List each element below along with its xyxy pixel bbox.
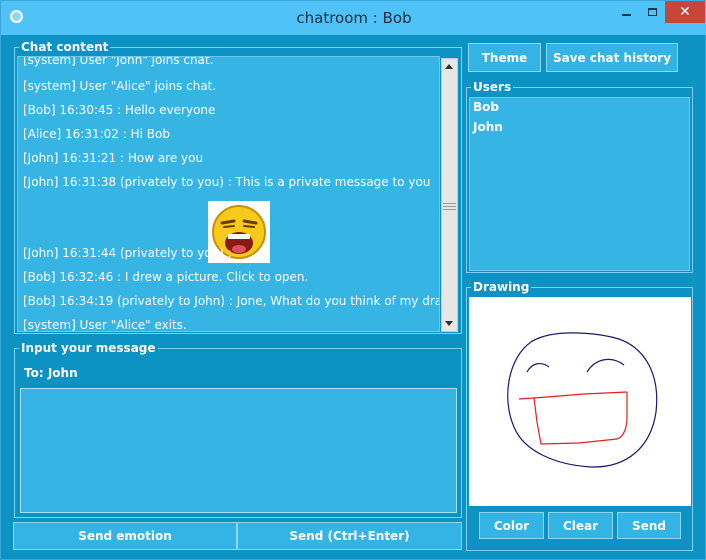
chat-message: [Alice] 16:31:02 : Hi Bob — [23, 127, 170, 141]
maximize-button[interactable] — [639, 1, 665, 23]
chat-content-panel: Chat content [system] User "John" joins … — [14, 40, 462, 334]
chat-content-title: Chat content — [19, 40, 111, 54]
chat-message: [John] 16:31:21 : How are you — [23, 151, 204, 165]
chat-window: chatroom : Bob ✕ Chat content [system] U… — [0, 0, 706, 560]
users-title: Users — [471, 80, 514, 94]
drawing-canvas[interactable] — [469, 297, 691, 506]
arrow-down-icon — [445, 321, 453, 326]
chat-message: [system] User "Alice" joins chat. — [23, 79, 217, 93]
recipient-label: To: John — [24, 366, 78, 380]
input-title: Input your message — [19, 341, 158, 355]
window-title: chatroom : Bob — [296, 9, 412, 27]
scroll-up-button[interactable] — [442, 59, 457, 74]
user-item-bob[interactable]: Bob — [473, 100, 499, 114]
chat-message: [Bob] 16:30:45 : Hello everyone — [23, 103, 216, 117]
message-input[interactable] — [20, 388, 457, 513]
chat-message: [system] User "Alice" exits. — [23, 318, 187, 332]
send-button[interactable]: Send (Ctrl+Enter) — [237, 522, 462, 550]
chat-scrollbar[interactable] — [441, 58, 458, 332]
save-chat-history-button[interactable]: Save chat history — [546, 43, 678, 72]
scroll-down-button[interactable] — [442, 316, 457, 331]
send-emotion-button[interactable]: Send emotion — [13, 522, 237, 550]
close-button[interactable]: ✕ — [665, 1, 705, 23]
chat-message: [John] 16:31:44 (privately to you) : — [23, 246, 232, 260]
drawing-title: Drawing — [471, 280, 532, 294]
input-panel: Input your message To: John — [14, 341, 462, 518]
users-panel: Users Bob John — [466, 80, 693, 273]
chat-message: [Bob] 16:32:46 : I drew a picture. Click… — [23, 270, 309, 284]
close-icon: ✕ — [679, 4, 691, 20]
title-bar: chatroom : Bob ✕ — [1, 1, 706, 35]
arrow-up-icon — [445, 64, 453, 69]
users-list[interactable]: Bob John — [469, 97, 690, 271]
minimize-button[interactable] — [613, 1, 639, 23]
chat-message: [Bob] 16:34:19 (privately to John) : Jon… — [23, 294, 440, 308]
minimize-icon — [621, 14, 631, 16]
chat-message: [John] 16:31:38 (privately to you) : Thi… — [23, 175, 431, 189]
color-button[interactable]: Color — [479, 512, 544, 539]
chat-message: [system] User "John" joins chat. — [23, 56, 214, 67]
maximize-icon — [647, 8, 657, 16]
user-item-john[interactable]: John — [473, 120, 503, 134]
theme-button[interactable]: Theme — [468, 43, 541, 72]
scroll-grip[interactable] — [443, 203, 456, 211]
clear-button[interactable]: Clear — [548, 512, 613, 539]
send-drawing-button[interactable]: Send — [617, 512, 681, 539]
chat-log[interactable]: [system] User "John" joins chat. [system… — [17, 56, 440, 332]
